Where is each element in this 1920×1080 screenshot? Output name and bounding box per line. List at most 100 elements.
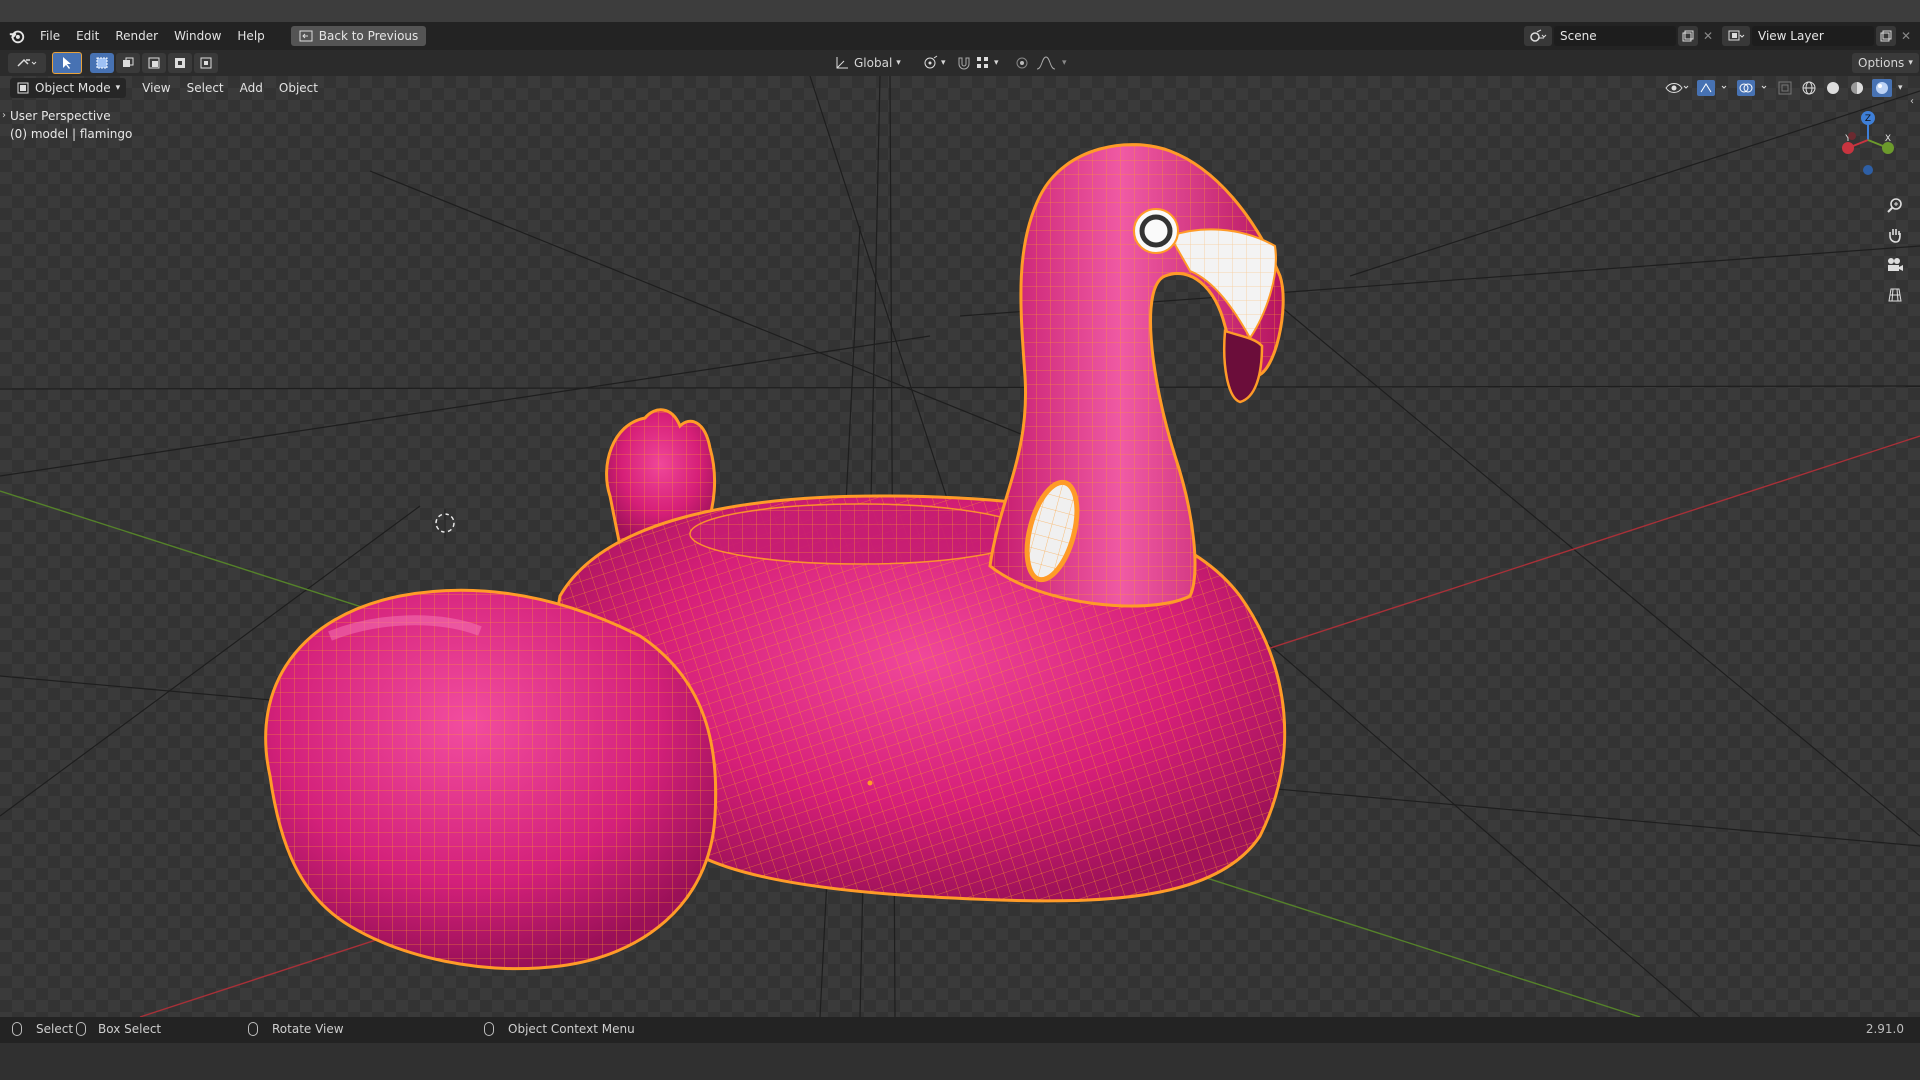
view-layer-selector: View Layer ✕ bbox=[1722, 25, 1916, 47]
solid-shading-icon[interactable] bbox=[1824, 79, 1842, 97]
toolbar-toggle-icon[interactable]: › bbox=[2, 110, 6, 121]
select-subtract-icon[interactable] bbox=[142, 53, 166, 73]
viewport-scene bbox=[0, 76, 1920, 1017]
status-select-label: Select bbox=[36, 1022, 74, 1036]
status-bar: Select Box Select Rotate View Object Con… bbox=[0, 1017, 1920, 1043]
zoom-view-icon[interactable] bbox=[1882, 192, 1908, 218]
orientation-icon bbox=[836, 57, 848, 69]
mouse-left-icon bbox=[12, 1022, 22, 1036]
tool-settings-bar: Global ▾ ▾ ▾ ▾ Options ▾ bbox=[0, 50, 1920, 76]
perspective-label: User Perspective bbox=[10, 109, 111, 123]
snap-magnet-icon[interactable] bbox=[956, 55, 972, 71]
object-info-label: (0) model | flamingo bbox=[10, 127, 133, 141]
options-button[interactable]: Options ▾ bbox=[1852, 53, 1919, 73]
back-icon bbox=[299, 30, 313, 42]
status-rotate-hint: Rotate View bbox=[248, 1022, 344, 1036]
proportional-edit-group: ▾ bbox=[1014, 53, 1067, 73]
transform-orientation-dropdown[interactable]: Global ▾ bbox=[834, 53, 901, 73]
flamingo-neck bbox=[988, 143, 1285, 608]
view-layer-icon[interactable] bbox=[1722, 26, 1750, 46]
gizmo-z-label: Z bbox=[1865, 114, 1871, 124]
gizmo-x-label: X bbox=[1885, 134, 1891, 144]
pan-hand-icon[interactable] bbox=[1882, 222, 1908, 248]
select-invert-icon[interactable] bbox=[168, 53, 192, 73]
sidebar-toggle-icon[interactable]: ‹ bbox=[1910, 96, 1914, 107]
blender-logo-icon[interactable] bbox=[8, 27, 26, 45]
back-to-previous-label: Back to Previous bbox=[318, 29, 419, 43]
chevron-down-icon: ▾ bbox=[1062, 58, 1067, 68]
navigation-gizmo[interactable]: Z Y X bbox=[1830, 110, 1900, 180]
3d-viewport[interactable]: Object Mode ▾ View Select Add Object ▾ ‹… bbox=[0, 76, 1920, 1017]
select-extend-icon[interactable] bbox=[116, 53, 140, 73]
window-bottom-edge bbox=[0, 1043, 1920, 1080]
viewport-menu-object[interactable]: Object bbox=[271, 81, 326, 95]
snap-increment-icon[interactable] bbox=[975, 55, 991, 71]
gizmo-toggle-icon[interactable] bbox=[1696, 79, 1730, 97]
chevron-down-icon: ▾ bbox=[994, 58, 999, 68]
status-box-select-hint: Box Select bbox=[76, 1022, 161, 1036]
select-tool-icon[interactable] bbox=[52, 52, 82, 74]
view-layer-name-field[interactable]: View Layer bbox=[1752, 26, 1874, 46]
selection-mode-group bbox=[90, 53, 218, 73]
camera-view-icon[interactable] bbox=[1882, 252, 1908, 278]
viewport-header: Object Mode ▾ View Select Add Object bbox=[0, 76, 1920, 100]
chevron-down-icon: ▾ bbox=[1908, 58, 1913, 68]
mouse-drag-icon bbox=[76, 1022, 86, 1036]
select-new-icon[interactable] bbox=[90, 53, 114, 73]
scene-selector: Scene ✕ bbox=[1524, 25, 1718, 47]
back-to-previous-button[interactable]: Back to Previous bbox=[290, 26, 427, 46]
material-preview-icon[interactable] bbox=[1848, 79, 1866, 97]
select-intersect-icon[interactable] bbox=[194, 53, 218, 73]
object-origin bbox=[867, 780, 873, 786]
status-context-hint: Object Context Menu bbox=[484, 1022, 635, 1036]
status-box-select-label: Box Select bbox=[98, 1022, 162, 1036]
mouse-right-icon bbox=[484, 1022, 494, 1036]
flamingo-front-ball bbox=[264, 588, 718, 971]
viewport-menu-view[interactable]: View bbox=[134, 81, 178, 95]
status-select-hint: Select bbox=[12, 1022, 73, 1036]
new-scene-icon[interactable] bbox=[1678, 26, 1698, 46]
editor-type-icon[interactable] bbox=[8, 53, 46, 73]
proportional-edit-icon[interactable] bbox=[1014, 55, 1030, 71]
chevron-down-icon: ▾ bbox=[941, 58, 946, 68]
wireframe-shading-icon[interactable] bbox=[1800, 79, 1818, 97]
menu-help[interactable]: Help bbox=[229, 26, 272, 46]
scene-name-field[interactable]: Scene bbox=[1554, 26, 1676, 46]
status-rotate-label: Rotate View bbox=[272, 1022, 344, 1036]
xray-toggle-icon[interactable] bbox=[1776, 79, 1794, 97]
menu-render[interactable]: Render bbox=[107, 26, 166, 46]
snapping-group: ▾ bbox=[956, 53, 999, 73]
orthographic-grid-icon[interactable] bbox=[1882, 282, 1908, 308]
version-label: 2.91.0 bbox=[1865, 1022, 1904, 1036]
rendered-shading-icon[interactable] bbox=[1872, 79, 1892, 97]
transform-orientation-label: Global bbox=[854, 56, 893, 70]
object-mode-label: Object Mode bbox=[35, 81, 111, 95]
overlays-toggle-icon[interactable] bbox=[1736, 79, 1770, 97]
pivot-point-dropdown[interactable]: ▾ bbox=[922, 53, 946, 73]
editor-type-dropdown[interactable] bbox=[8, 53, 46, 73]
delete-view-layer-icon[interactable]: ✕ bbox=[1896, 26, 1916, 46]
scene-icon[interactable] bbox=[1524, 26, 1552, 46]
new-view-layer-icon[interactable] bbox=[1876, 26, 1896, 46]
options-label: Options bbox=[1858, 56, 1905, 70]
delete-scene-icon[interactable]: ✕ bbox=[1698, 26, 1718, 46]
chevron-down-icon: ▾ bbox=[896, 58, 901, 68]
object-mode-icon bbox=[17, 82, 29, 94]
viewport-menu-add[interactable]: Add bbox=[232, 81, 271, 95]
mouse-middle-icon bbox=[248, 1022, 258, 1036]
falloff-curve-icon[interactable] bbox=[1036, 55, 1056, 71]
menu-edit[interactable]: Edit bbox=[68, 26, 107, 46]
visibility-eye-icon[interactable] bbox=[1664, 79, 1690, 97]
pivot-icon bbox=[924, 55, 938, 69]
viewport-shading-controls: ▾ bbox=[1664, 79, 1903, 97]
3d-cursor-icon[interactable] bbox=[431, 509, 459, 538]
status-context-label: Object Context Menu bbox=[508, 1022, 635, 1036]
options-dropdown[interactable]: Options ▾ bbox=[1852, 53, 1919, 73]
menu-window[interactable]: Window bbox=[166, 26, 229, 46]
menu-file[interactable]: File bbox=[32, 26, 68, 46]
object-mode-dropdown[interactable]: Object Mode ▾ bbox=[10, 78, 127, 98]
viewport-menu-select[interactable]: Select bbox=[179, 81, 232, 95]
chevron-down-icon: ▾ bbox=[115, 83, 121, 93]
window-top-edge bbox=[0, 0, 1920, 22]
chevron-down-icon[interactable]: ▾ bbox=[1898, 83, 1903, 93]
